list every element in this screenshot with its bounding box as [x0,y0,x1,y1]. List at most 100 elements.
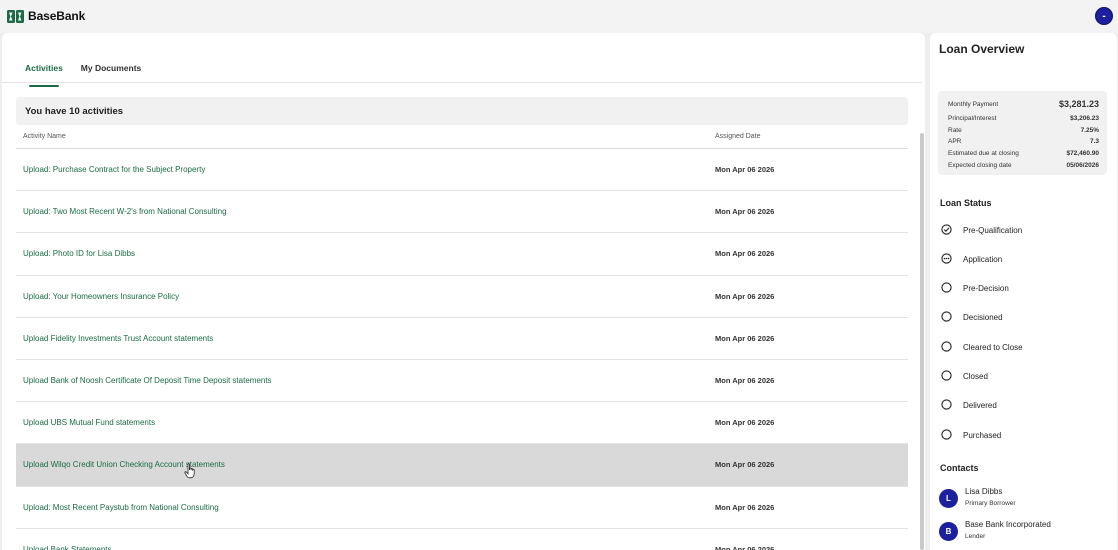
summary-value: $72,460.90 [1066,150,1099,157]
activity-link[interactable]: Upload: Purchase Contract for the Subjec… [23,165,205,174]
table-row[interactable]: Upload Fidelity Investments Trust Accoun… [16,318,908,360]
hand-cursor-icon [184,463,195,479]
summary-principal-interest: Principal/Interest $3,206.23 [948,115,1099,122]
status-label: Purchased [963,431,1002,440]
empty-circle-icon [941,341,952,352]
contact-avatar: B [939,522,958,541]
summary-label: Expected closing date [948,162,1012,169]
empty-circle-icon [941,311,952,322]
contact-base-bank[interactable]: B Base Bank Incorporated Lender [939,520,1109,548]
status-purchased: Purchased [941,429,1106,443]
loan-overview-panel: Loan Overview Monthly Payment $3,281.23 … [930,33,1117,550]
activities-count-banner: You have 10 activities [16,97,908,125]
tab-bar: Activities My Documents [16,61,150,87]
assigned-date: Mon Apr 06 2026 [715,502,775,512]
contact-name: Lisa Dibbs [965,487,1003,496]
summary-estimated-due: Estimated due at closing $72,460.90 [948,150,1099,157]
contacts-title: Contacts [940,463,979,473]
table-row[interactable]: Upload UBS Mutual Fund statements Mon Apr… [16,402,908,445]
tab-divider [2,82,922,83]
activity-link[interactable]: Upload Fidelity Investments Trust Accoun… [23,334,213,343]
activity-link[interactable]: Upload UBS Mutual Fund statements [23,418,155,427]
user-avatar[interactable]: - [1095,7,1113,25]
contact-name: Base Bank Incorporated [965,520,1051,529]
assigned-date: Mon Apr 06 2026 [715,291,775,301]
summary-label: Estimated due at closing [948,150,1019,157]
top-bar: BaseBank - [0,0,1118,33]
assigned-date: Mon Apr 06 2026 [715,460,775,470]
status-label: Application [963,255,1003,264]
assigned-date: Mon Apr 06 2026 [715,165,775,174]
activity-link[interactable]: Upload: Most Recent Paystub from Nationa… [23,503,219,512]
table-row[interactable]: Upload: Purchase Contract for the Subjec… [16,149,908,192]
empty-circle-icon [941,282,952,293]
activity-link[interactable]: Upload: Photo ID for Lisa Dibbs [23,249,135,258]
status-label: Decisioned [963,313,1003,322]
column-header-activity-name[interactable]: Activity Name [23,133,66,140]
empty-circle-icon [941,399,952,410]
table-row[interactable]: Upload: Most Recent Paystub from Nationa… [16,487,908,529]
activity-link[interactable]: Upload: Two Most Recent W-2's from Natio… [23,207,227,216]
summary-label: Rate [948,127,962,134]
activity-link[interactable]: Upload Bank of Noosh Certificate Of Depo… [23,376,272,385]
table-row[interactable]: Upload: Photo ID for Lisa Dibbs Mon Apr 0… [16,233,908,276]
loan-overview-title: Loan Overview [939,42,1025,56]
table-row[interactable]: Upload Bank of Noosh Certificate Of Depo… [16,360,908,403]
summary-value: 7.25% [1080,127,1099,134]
activities-table: Upload: Purchase Contract for the Subjec… [16,149,908,550]
dots-circle-icon [941,253,952,264]
assigned-date: Mon Apr 06 2026 [715,249,775,259]
summary-value: 7.3 [1089,138,1099,145]
activities-count-text: You have 10 activities [25,106,124,117]
tab-activities[interactable]: Activities [16,61,72,87]
status-label: Delivered [963,401,997,410]
assigned-date: Mon Apr 06 2026 [715,375,775,385]
summary-value: 05/06/2026 [1066,162,1099,169]
activities-panel: Activities My Documents You have 10 acti… [2,33,925,550]
status-label: Cleared to Close [963,343,1023,352]
status-label: Pre-Qualification [963,226,1023,235]
empty-circle-icon [941,370,952,381]
tab-my-documents[interactable]: My Documents [72,61,150,83]
brand-logo[interactable]: BaseBank [7,9,85,23]
contact-role: Lender [965,533,986,540]
column-header-assigned-date[interactable]: Assigned Date [715,133,761,140]
activity-link[interactable]: Upload: Your Homeowners Insurance Policy [23,292,179,301]
activity-link[interactable]: Upload Bank Statements [23,545,112,550]
assigned-date: Mon Apr 06 2026 [715,418,775,428]
table-row[interactable]: Upload Bank Statements Mon Apr 06 2026 [16,529,908,550]
table-row[interactable]: Upload Wilqo Credit Union Checking Accou… [16,444,908,487]
summary-monthly-payment: Monthly Payment $3,281.23 [948,99,1099,109]
empty-circle-icon [941,429,952,440]
summary-label: Principal/Interest [948,115,997,122]
basebank-logo-icon [7,9,24,23]
assigned-date: Mon Apr 06 2026 [715,333,775,343]
table-row[interactable]: Upload: Two Most Recent W-2's from Natio… [16,191,908,234]
status-closed: Closed [941,370,1106,384]
summary-label: Monthly Payment [948,101,999,108]
assigned-date: Mon Apr 06 2026 [715,544,775,550]
loan-status-title: Loan Status [940,198,992,208]
status-delivered: Delivered [941,399,1106,413]
table-row[interactable]: Upload: Your Homeowners Insurance Policy… [16,276,908,318]
loan-summary-box: Monthly Payment $3,281.23 Principal/Inte… [938,91,1107,175]
status-pre-qualification: Pre-Qualification [941,224,1106,238]
status-decisioned: Decisioned [941,311,1106,325]
brand-name: BaseBank [28,9,86,23]
summary-rate: Rate 7.25% [948,127,1099,134]
summary-value: $3,206.23 [1070,115,1099,122]
check-circle-icon [941,224,952,235]
summary-label: APR [948,138,962,145]
contact-avatar: L [939,489,958,508]
status-application: Application [941,253,1106,267]
status-label: Pre-Decision [963,284,1009,293]
summary-apr: APR 7.3 [948,138,1099,145]
status-cleared-to-close: Cleared to Close [941,341,1106,355]
status-label: Closed [963,372,988,381]
assigned-date: Mon Apr 06 2026 [715,207,775,217]
status-pre-decision: Pre-Decision [941,282,1106,296]
contact-lisa-dibbs[interactable]: L Lisa Dibbs Primary Borrower [939,487,1109,515]
scrollbar-thumb[interactable] [920,133,924,550]
contact-role: Primary Borrower [965,500,1016,507]
summary-closing-date: Expected closing date 05/06/2026 [948,162,1099,169]
